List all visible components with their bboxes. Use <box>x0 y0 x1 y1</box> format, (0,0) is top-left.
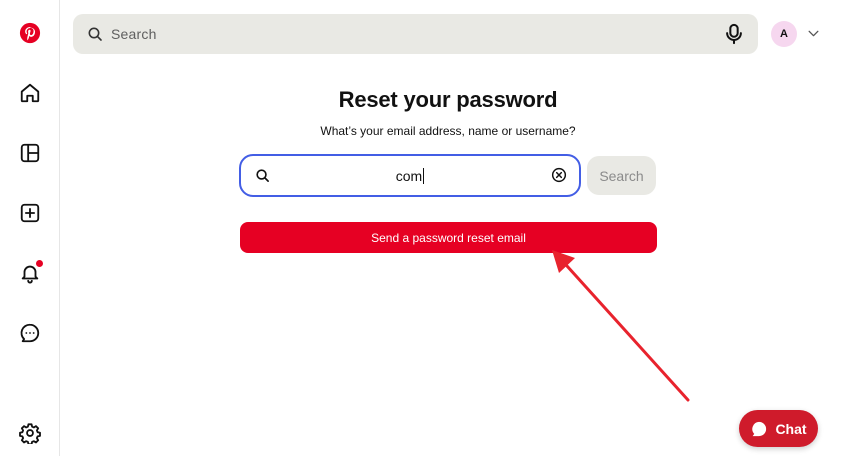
sidebar-item-notifications[interactable] <box>10 253 50 293</box>
microphone-icon[interactable] <box>724 23 744 45</box>
create-icon <box>19 202 41 224</box>
search-icon <box>87 26 103 42</box>
notification-badge <box>36 260 43 267</box>
account-search-value: com <box>395 168 425 184</box>
global-search-bar[interactable]: Search <box>73 14 758 54</box>
page-subtitle: What’s your email address, name or usern… <box>320 124 576 138</box>
chat-button[interactable]: Chat <box>739 410 818 447</box>
sidebar <box>0 0 60 456</box>
sidebar-item-boards[interactable] <box>10 133 50 173</box>
sidebar-item-home[interactable] <box>10 73 50 113</box>
account-search-input[interactable]: com <box>239 154 581 197</box>
sidebar-item-messages[interactable] <box>10 313 50 353</box>
boards-icon <box>19 142 41 164</box>
sidebar-item-create[interactable] <box>10 193 50 233</box>
pinterest-logo-link[interactable] <box>10 13 50 53</box>
chat-label: Chat <box>775 420 807 437</box>
text-caret <box>423 168 425 184</box>
page-title: Reset your password <box>338 87 558 112</box>
search-icon <box>255 168 270 183</box>
pinterest-logo-icon <box>19 22 41 44</box>
avatar[interactable]: A <box>771 21 797 47</box>
messages-icon <box>19 322 41 344</box>
chevron-down-icon[interactable] <box>807 27 820 40</box>
gear-icon <box>19 422 41 444</box>
send-reset-email-button[interactable]: Send a password reset email <box>240 222 657 253</box>
sidebar-item-settings[interactable] <box>10 413 50 453</box>
chat-bubble-icon <box>750 420 768 438</box>
global-search-placeholder: Search <box>111 26 157 42</box>
search-button[interactable]: Search <box>587 156 656 195</box>
clear-input-icon[interactable] <box>551 167 567 183</box>
home-icon <box>19 82 41 104</box>
